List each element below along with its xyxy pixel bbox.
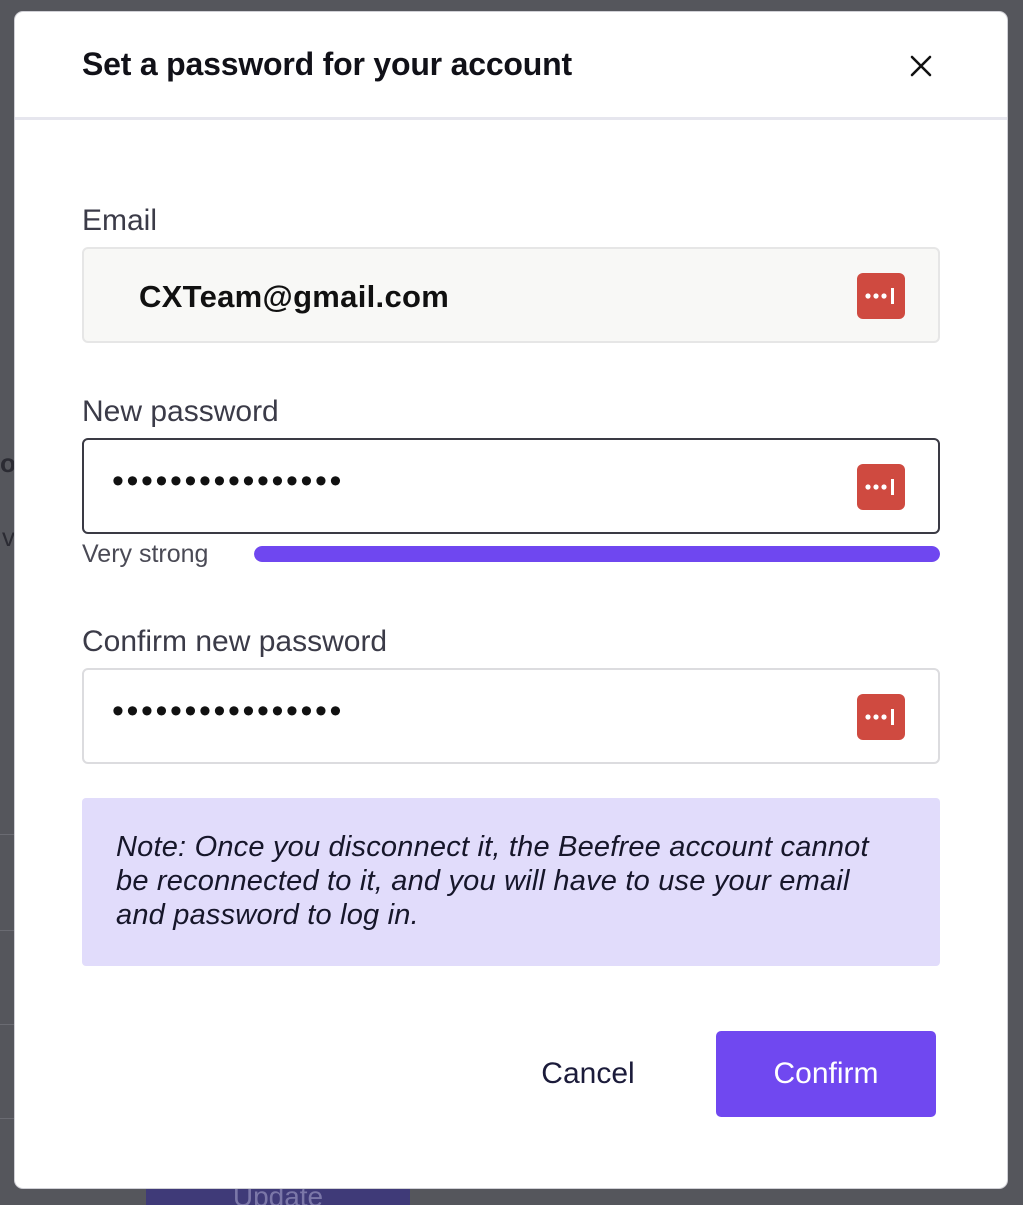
- new-password-field[interactable]: ••••••••••••••••: [82, 438, 940, 534]
- disconnect-note: Note: Once you disconnect it, the Beefre…: [82, 798, 940, 966]
- background-divider: [0, 834, 16, 835]
- password-strength-fill: [254, 546, 940, 562]
- new-password-label: New password: [82, 395, 279, 428]
- password-manager-icon[interactable]: [857, 694, 905, 740]
- password-strength-meter: [254, 546, 940, 562]
- confirm-password-field[interactable]: ••••••••••••••••: [82, 668, 940, 764]
- background-text-fragment: v: [2, 522, 15, 552]
- confirm-button[interactable]: Confirm: [716, 1031, 936, 1117]
- password-strength-label: Very strong: [82, 540, 209, 568]
- close-button[interactable]: [901, 46, 941, 86]
- cancel-button[interactable]: Cancel: [523, 1032, 653, 1116]
- password-manager-icon[interactable]: [857, 273, 905, 319]
- modal-header: Set a password for your account: [15, 12, 1007, 120]
- set-password-modal: Set a password for your account Email CX…: [15, 12, 1007, 1188]
- new-password-value: ••••••••••••••••: [112, 462, 345, 500]
- dots-cursor-icon: [865, 288, 894, 304]
- email-value: CXTeam@gmail.com: [139, 279, 450, 314]
- background-divider: [0, 930, 16, 931]
- background-divider: [0, 1024, 16, 1025]
- modal-title: Set a password for your account: [82, 46, 572, 82]
- dots-cursor-icon: [865, 709, 894, 725]
- note-text: Note: Once you disconnect it, the Beefre…: [116, 831, 869, 931]
- dots-cursor-icon: [865, 479, 894, 495]
- background-divider: [0, 1118, 16, 1119]
- password-manager-icon[interactable]: [857, 464, 905, 510]
- confirm-password-label: Confirm new password: [82, 625, 388, 658]
- confirm-password-value: ••••••••••••••••: [112, 692, 345, 730]
- email-label: Email: [82, 204, 158, 237]
- background-text-fragment: o: [0, 448, 16, 478]
- close-icon: [910, 55, 932, 77]
- email-field[interactable]: CXTeam@gmail.com: [82, 247, 940, 343]
